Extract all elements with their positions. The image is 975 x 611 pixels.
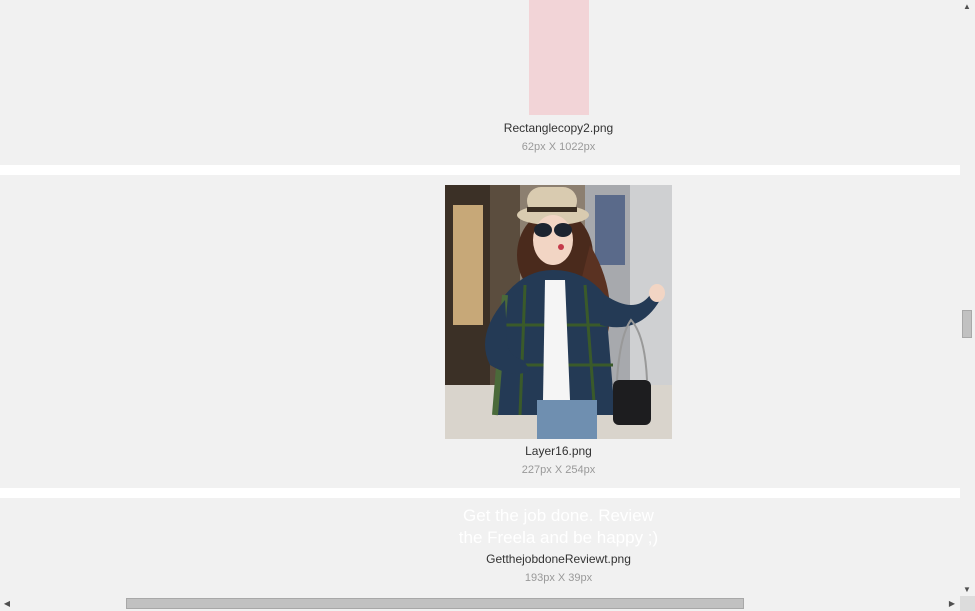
asset-file-name: GetthejobdoneReviewt.png: [486, 552, 631, 566]
asset-file-name: Layer16.png: [525, 444, 592, 458]
asset-list: Rectanglecopy2.png 62px X 1022px Layer16…: [0, 0, 960, 596]
scrollbar-corner: [960, 596, 975, 611]
scroll-down-arrow-icon[interactable]: ▼: [962, 586, 972, 594]
asset-preview-text-line2: the Freela and be happy ;): [458, 528, 659, 547]
horizontal-scrollbar-thumb[interactable]: [126, 598, 744, 609]
asset-thumbnail-photo[interactable]: [445, 185, 672, 439]
asset-thumbnail[interactable]: [529, 0, 589, 115]
scroll-left-arrow-icon[interactable]: ◀: [2, 600, 12, 608]
vertical-scrollbar[interactable]: [960, 0, 975, 596]
scroll-right-arrow-icon[interactable]: ▶: [947, 600, 957, 608]
asset-separator: [0, 165, 960, 175]
scroll-up-arrow-icon[interactable]: ▲: [962, 3, 972, 11]
asset-dimensions: 193px X 39px: [524, 572, 593, 584]
asset-card-getthejobdone[interactable]: Get the job done. Review the Freela and …: [0, 498, 960, 596]
asset-dimensions: 227px X 254px: [521, 464, 596, 476]
asset-file-name: Rectanglecopy2.png: [503, 121, 614, 135]
vertical-scrollbar-thumb[interactable]: [962, 310, 972, 338]
asset-preview-text-line1: Get the job done. Review: [463, 506, 654, 525]
asset-card-rectanglecopy2[interactable]: Rectanglecopy2.png 62px X 1022px: [0, 0, 960, 165]
asset-separator: [0, 488, 960, 498]
asset-dimensions: 62px X 1022px: [521, 141, 596, 153]
